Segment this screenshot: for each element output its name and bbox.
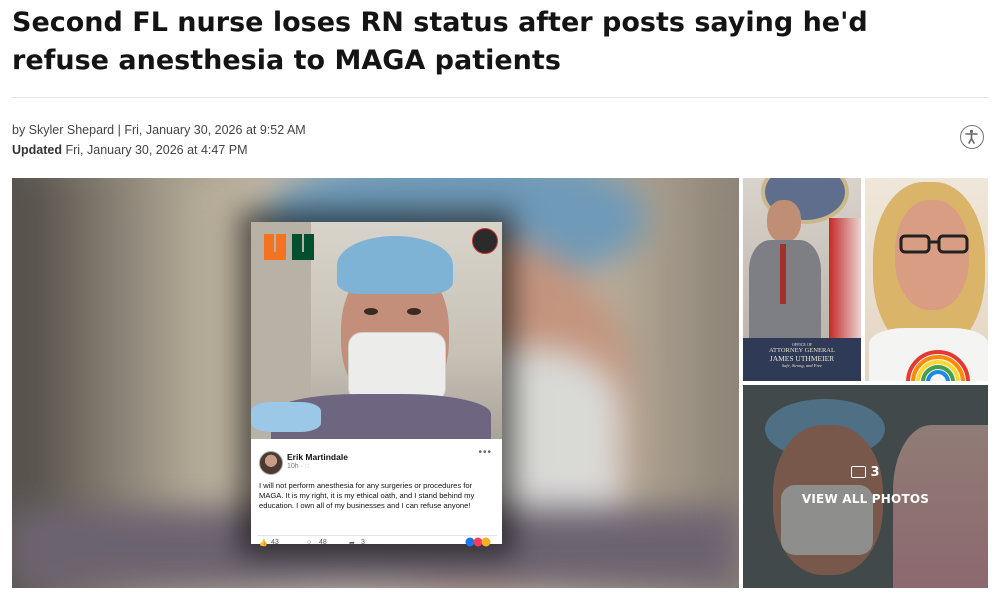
image-icon xyxy=(851,465,867,478)
article-headline: Second FL nurse loses RN status after po… xyxy=(12,7,868,76)
photo-count-value: 3 xyxy=(870,465,880,480)
photo-gallery: Erik Martindale 10h · ◌ ••• I will not p… xyxy=(12,178,988,588)
thumbnail-woman[interactable] xyxy=(865,178,988,381)
likes-count: 43 xyxy=(271,539,279,546)
updated-date: Fri, January 30, 2026 at 4:47 PM xyxy=(65,143,248,157)
more-options-icon[interactable]: ••• xyxy=(478,447,492,458)
view-all-photos-tile[interactable]: 3 VIEW ALL PHOTOS xyxy=(743,385,988,588)
speaker-head xyxy=(767,200,801,242)
view-overlay xyxy=(743,385,988,588)
glasses xyxy=(899,234,969,254)
main-photo[interactable]: Erik Martindale 10h · ◌ ••• I will not p… xyxy=(12,178,739,588)
rainbow xyxy=(903,342,973,381)
like-icon[interactable]: 👍 xyxy=(259,539,268,547)
comments-count: 48 xyxy=(319,539,327,546)
face-mask xyxy=(348,332,446,402)
divider xyxy=(12,97,988,98)
updated-label: Updated xyxy=(12,143,62,157)
blue-gloves xyxy=(251,402,321,432)
post-author-name[interactable]: Erik Martindale xyxy=(287,452,348,462)
publish-date: Fri, January 30, 2026 at 9:52 AM xyxy=(124,123,306,137)
eye-right xyxy=(407,308,421,315)
tiktok-badge xyxy=(472,228,498,254)
author-line: by Skyler Shepard | Fri, January 30, 202… xyxy=(12,120,306,140)
podium-line-2: ATTORNEY GENERAL xyxy=(769,347,835,354)
eye-left xyxy=(364,308,378,315)
updated-line: Updated Fri, January 30, 2026 at 4:47 PM xyxy=(12,140,306,160)
surgical-cap xyxy=(337,236,453,294)
podium-name: JAMES UTHMEIER xyxy=(769,354,835,363)
social-post-card: Erik Martindale 10h · ◌ ••• I will not p… xyxy=(251,222,502,547)
podium-tagline: Safe, Strong, and Free xyxy=(781,363,823,368)
podium-sign: OFFICE OF ATTORNEY GENERAL JAMES UTHMEIE… xyxy=(743,338,861,381)
speaker-tie xyxy=(780,244,786,304)
post-body: Erik Martindale 10h · ◌ ••• I will not p… xyxy=(251,439,502,547)
post-time: 10h · xyxy=(287,463,305,470)
share-icon[interactable]: ➦ xyxy=(349,539,355,547)
post-text: I will not perform anesthesia for any su… xyxy=(259,481,475,511)
accessibility-icon[interactable] xyxy=(960,125,984,149)
university-logo xyxy=(264,232,316,262)
post-meta: 10h · ◌ xyxy=(287,463,309,470)
byline-author[interactable]: by Skyler Shepard | xyxy=(12,123,124,137)
comment-icon[interactable]: ○ xyxy=(307,539,311,546)
post-author-avatar[interactable] xyxy=(259,451,283,475)
post-photo xyxy=(251,222,502,439)
thumbnail-attorney-general[interactable]: OFFICE OF ATTORNEY GENERAL JAMES UTHMEIE… xyxy=(743,178,861,381)
globe-icon: ◌ xyxy=(304,463,310,470)
post-stats: 👍 43 ○ 48 ➦ 3 xyxy=(257,535,497,548)
flag xyxy=(829,218,861,338)
face xyxy=(895,200,969,310)
byline: by Skyler Shepard | Fri, January 30, 202… xyxy=(12,120,306,160)
shares-count: 3 xyxy=(361,539,365,546)
photo-count: 3 xyxy=(743,465,988,480)
view-all-photos-label[interactable]: VIEW ALL PHOTOS xyxy=(743,492,988,506)
reactions-icon xyxy=(465,537,495,549)
